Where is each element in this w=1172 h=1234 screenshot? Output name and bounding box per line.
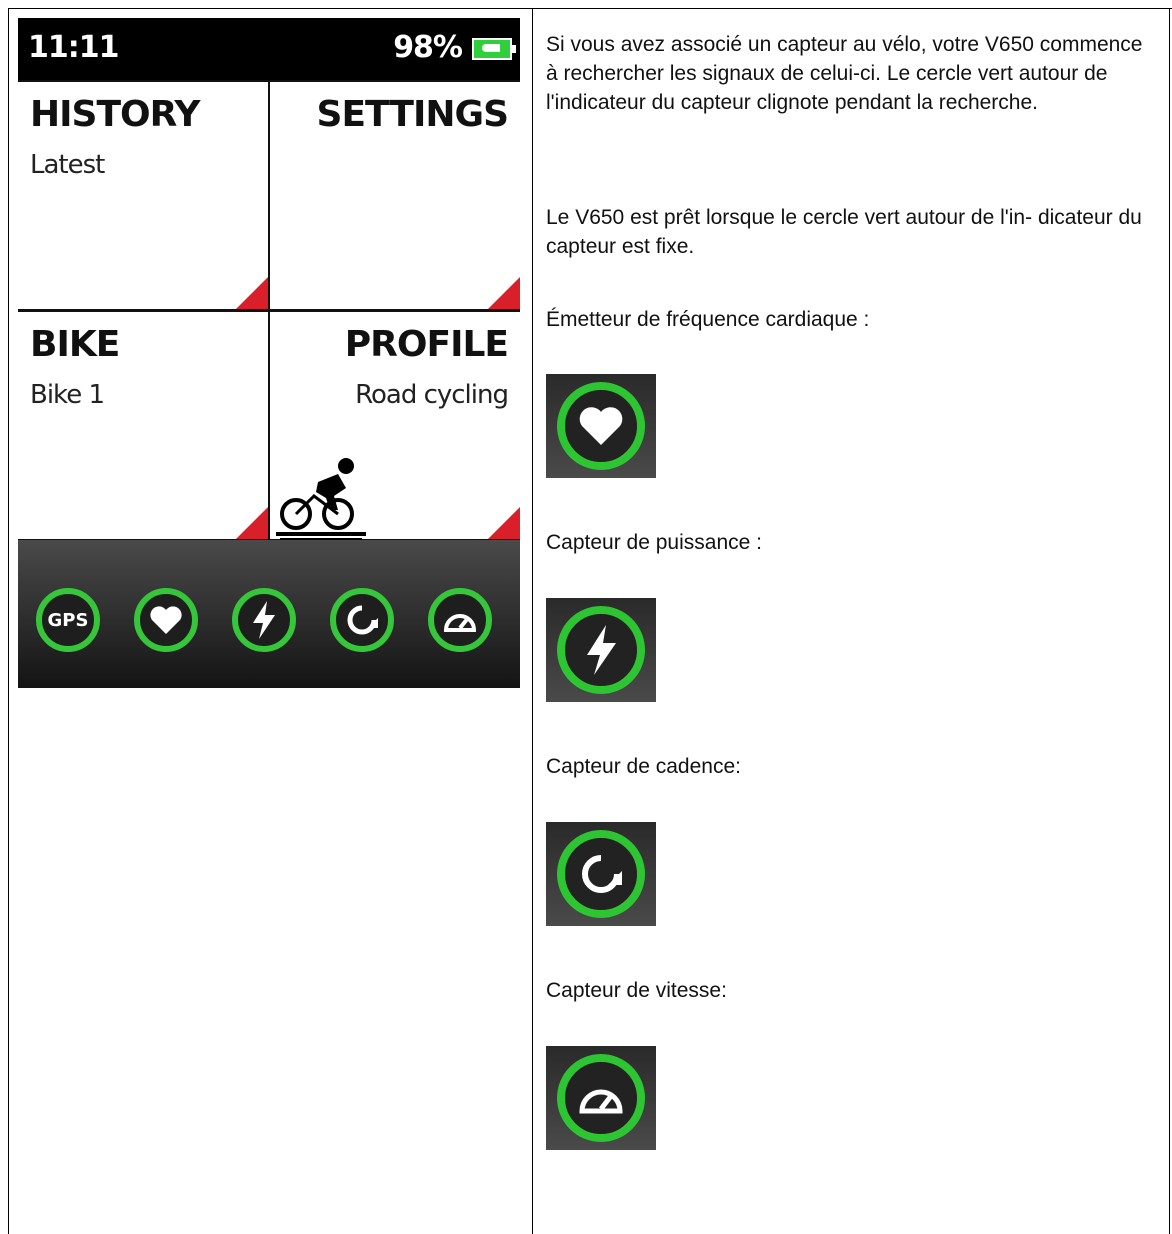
heart-sensor-icon[interactable] <box>134 588 198 652</box>
tile-title: PROFILE <box>344 324 509 365</box>
tile-subtitle: Latest <box>30 150 105 180</box>
table-left-border <box>8 8 9 1234</box>
corner-indicator <box>236 507 268 539</box>
cadence-sensor-icon[interactable] <box>330 588 394 652</box>
battery-icon <box>472 38 516 60</box>
device-screen: 11:11 98% HISTORY Latest SETTINGS BIKE B… <box>18 18 520 688</box>
power-icon <box>546 598 656 702</box>
corner-indicator <box>488 507 520 539</box>
intro-paragraph: Si vous avez associé un capteur au vélo,… <box>546 33 1143 114</box>
tile-profile[interactable]: PROFILE Road cycling <box>270 312 520 540</box>
corner-indicator <box>488 277 520 309</box>
table-right-border <box>1169 8 1170 1234</box>
speed-sensor-icon[interactable] <box>428 588 492 652</box>
tile-history[interactable]: HISTORY Latest <box>18 82 268 309</box>
clock: 11:11 <box>28 30 119 65</box>
tile-title: SETTINGS <box>316 94 509 135</box>
heart-sensor-label: Émetteur de fréquence cardiaque : <box>546 308 870 331</box>
ready-paragraph: Le V650 est prêt lorsque le cercle vert … <box>546 206 1142 258</box>
table-top-border <box>8 8 1172 9</box>
status-bar: 11:11 98% <box>18 18 520 80</box>
table-column-divider <box>532 8 533 1234</box>
power-sensor-label: Capteur de puissance : <box>546 531 762 554</box>
cyclist-icon <box>276 458 366 540</box>
cadence-icon <box>546 822 656 926</box>
gps-sensor-icon[interactable]: GPS <box>36 588 100 652</box>
tile-settings[interactable]: SETTINGS <box>270 82 520 309</box>
heart-icon <box>546 374 656 478</box>
cadence-sensor-label: Capteur de cadence: <box>546 755 741 778</box>
tile-subtitle: Bike 1 <box>30 380 105 410</box>
tile-bike[interactable]: BIKE Bike 1 <box>18 312 268 539</box>
sensor-bar: GPS <box>18 540 520 688</box>
tile-subtitle: Road cycling <box>355 380 509 410</box>
power-sensor-icon[interactable] <box>232 588 296 652</box>
tile-title: BIKE <box>30 324 120 365</box>
tile-title: HISTORY <box>30 94 200 135</box>
speed-icon <box>546 1046 656 1150</box>
battery-percent: 98% <box>393 30 463 65</box>
corner-indicator <box>236 277 268 309</box>
speed-sensor-label: Capteur de vitesse: <box>546 979 727 1002</box>
gps-label: GPS <box>47 609 89 631</box>
